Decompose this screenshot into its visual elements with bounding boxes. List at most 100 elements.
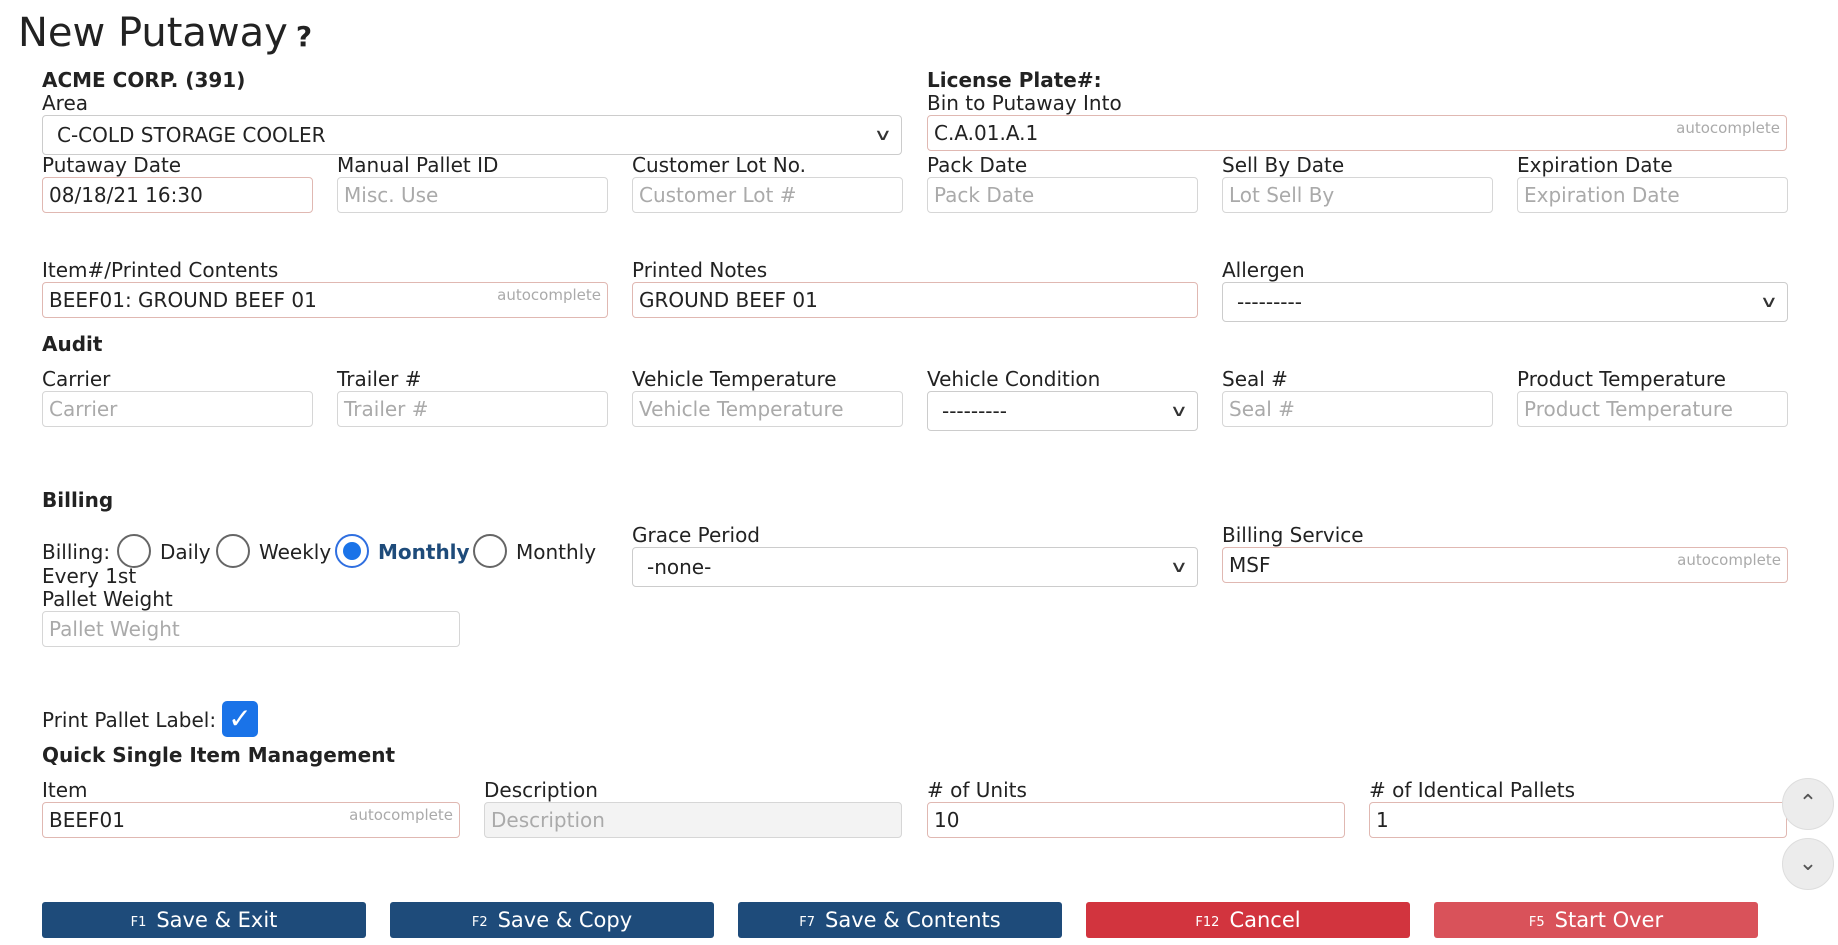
chevron-down-icon: ⌄ (1798, 851, 1818, 876)
manual-pallet-id-label: Manual Pallet ID (337, 153, 499, 177)
company-name: ACME CORP. (391) (42, 68, 246, 92)
billing-option-monthly-every-1st: Monthly (516, 540, 597, 564)
button-label: Save & Exit (156, 908, 278, 932)
description-input[interactable]: Description (484, 802, 902, 838)
billing-option-weekly: Weekly (259, 540, 332, 564)
putaway-date-label: Putaway Date (42, 153, 182, 177)
billing-service-value: MSF (1229, 553, 1271, 577)
billing-radio-monthly-every-1st[interactable] (473, 534, 507, 568)
billing-option-daily: Daily (160, 540, 211, 564)
description-label: Description (484, 778, 598, 802)
checkmark-icon: ✓ (228, 702, 252, 735)
page-title-text: New Putaway (18, 10, 288, 56)
chevron-up-icon: ⌃ (1798, 791, 1818, 816)
product-temperature-label: Product Temperature (1517, 367, 1726, 391)
vehicle-temperature-label: Vehicle Temperature (632, 367, 837, 391)
chevron-down-icon: ∨ (873, 125, 893, 144)
grace-period-select[interactable]: -none- ∨ (632, 547, 1198, 587)
billing-heading: Billing (42, 488, 114, 512)
button-label: Cancel (1229, 908, 1301, 932)
chevron-down-icon: ∨ (1169, 557, 1189, 576)
billing-label: Billing: (42, 540, 111, 564)
quick-item-value: BEEF01 (49, 808, 125, 832)
autocomplete-hint: autocomplete (349, 806, 453, 824)
printed-notes-label: Printed Notes (632, 258, 768, 282)
carrier-input[interactable]: Carrier (42, 391, 313, 427)
audit-heading: Audit (42, 332, 103, 356)
grace-period-label: Grace Period (632, 523, 760, 547)
save-exit-button[interactable]: F1 Save & Exit (42, 902, 366, 938)
bin-input-value: C.A.01.A.1 (934, 121, 1039, 145)
print-pallet-label-checkbox[interactable]: ✓ (222, 701, 258, 737)
seal-input[interactable]: Seal # (1222, 391, 1493, 427)
billing-radio-weekly[interactable] (216, 534, 250, 568)
seal-label: Seal # (1222, 367, 1288, 391)
cancel-button[interactable]: F12 Cancel (1086, 902, 1410, 938)
billing-option-wrap-text: Every 1st (42, 564, 137, 588)
chevron-down-icon: ∨ (1759, 292, 1779, 311)
vehicle-temperature-input[interactable]: Vehicle Temperature (632, 391, 903, 427)
item-contents-label: Item#/Printed Contents (42, 258, 279, 282)
pack-date-label: Pack Date (927, 153, 1028, 177)
area-label: Area (42, 91, 89, 115)
button-label: Save & Copy (497, 908, 633, 932)
scroll-down-button[interactable]: ⌄ (1782, 838, 1834, 890)
vehicle-condition-select[interactable]: --------- ∨ (927, 391, 1198, 431)
item-contents-value: BEEF01: GROUND BEEF 01 (49, 288, 317, 312)
trailer-input[interactable]: Trailer # (337, 391, 608, 427)
item-contents-input[interactable]: BEEF01: GROUND BEEF 01 autocomplete (42, 282, 608, 318)
identical-pallets-label: # of Identical Pallets (1369, 778, 1575, 802)
product-temperature-input[interactable]: Product Temperature (1517, 391, 1788, 427)
save-contents-button[interactable]: F7 Save & Contents (738, 902, 1062, 938)
billing-radio-daily[interactable] (117, 534, 151, 568)
pack-date-input[interactable]: Pack Date (927, 177, 1198, 213)
save-copy-button[interactable]: F2 Save & Copy (390, 902, 714, 938)
allergen-select-value: --------- (1237, 290, 1302, 314)
shortcut-key: F5 (1528, 915, 1545, 930)
shortcut-key: F12 (1195, 915, 1220, 930)
carrier-label: Carrier (42, 367, 111, 391)
expiration-date-input[interactable]: Expiration Date (1517, 177, 1788, 213)
allergen-select[interactable]: --------- ∨ (1222, 282, 1788, 322)
shortcut-key: F2 (471, 915, 488, 930)
quick-item-heading: Quick Single Item Management (42, 743, 395, 767)
area-select-value: C-COLD STORAGE COOLER (57, 123, 326, 147)
bin-input[interactable]: C.A.01.A.1 autocomplete (927, 115, 1787, 151)
putaway-date-input[interactable]: 08/18/21 16:30 (42, 177, 313, 213)
area-select[interactable]: C-COLD STORAGE COOLER ∨ (42, 115, 902, 155)
expiration-date-label: Expiration Date (1517, 153, 1673, 177)
billing-service-input[interactable]: MSF autocomplete (1222, 547, 1788, 583)
sell-by-date-label: Sell By Date (1222, 153, 1345, 177)
billing-radio-monthly[interactable] (335, 534, 369, 568)
printed-notes-input[interactable]: GROUND BEEF 01 (632, 282, 1198, 318)
print-pallet-label-label: Print Pallet Label: (42, 708, 217, 732)
bin-label: Bin to Putaway Into (927, 91, 1122, 115)
quick-item-label: Item (42, 778, 88, 802)
allergen-label: Allergen (1222, 258, 1305, 282)
chevron-down-icon: ∨ (1169, 401, 1189, 420)
vehicle-condition-label: Vehicle Condition (927, 367, 1101, 391)
vehicle-condition-value: --------- (942, 399, 1007, 423)
button-label: Start Over (1554, 908, 1664, 932)
shortcut-key: F1 (130, 915, 147, 930)
customer-lot-label: Customer Lot No. (632, 153, 806, 177)
customer-lot-input[interactable]: Customer Lot # (632, 177, 903, 213)
pallet-weight-label: Pallet Weight (42, 587, 173, 611)
page-title: New Putaway? (18, 10, 312, 56)
scroll-up-button[interactable]: ⌃ (1782, 778, 1834, 830)
shortcut-key: F7 (799, 915, 815, 930)
sell-by-date-input[interactable]: Lot Sell By (1222, 177, 1493, 213)
manual-pallet-id-input[interactable]: Misc. Use (337, 177, 608, 213)
grace-period-value: -none- (647, 555, 712, 579)
button-label: Save & Contents (825, 908, 1001, 932)
autocomplete-hint: autocomplete (1677, 551, 1781, 569)
help-icon[interactable]: ? (296, 20, 312, 53)
units-input[interactable]: 10 (927, 802, 1345, 838)
autocomplete-hint: autocomplete (1676, 119, 1780, 137)
trailer-label: Trailer # (337, 367, 422, 391)
billing-option-monthly: Monthly (378, 540, 470, 564)
identical-pallets-input[interactable]: 1 (1369, 802, 1787, 838)
pallet-weight-input[interactable]: Pallet Weight (42, 611, 460, 647)
start-over-button[interactable]: F5 Start Over (1434, 902, 1758, 938)
quick-item-input[interactable]: BEEF01 autocomplete (42, 802, 460, 838)
